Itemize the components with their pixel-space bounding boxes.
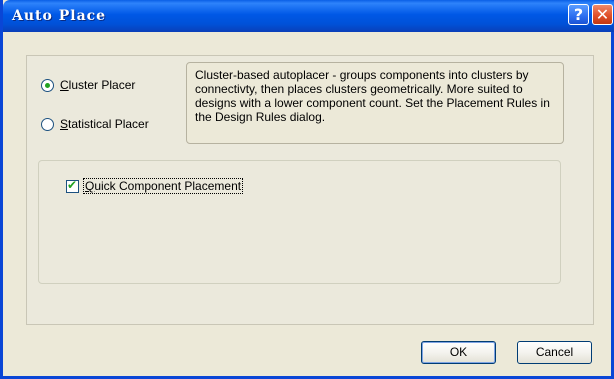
help-icon: ? [573,5,584,24]
statistical-placer-label[interactable]: Statistical Placer [60,117,149,131]
close-icon: ✕ [595,5,610,24]
statistical-placer-radio[interactable] [41,117,54,131]
auto-place-dialog: Auto Place ? ✕ Cluster Placer Statistica… [0,0,614,379]
cluster-placer-radio[interactable] [41,78,54,92]
title-bar[interactable]: Auto Place ? ✕ [3,0,614,32]
quick-placement-label[interactable]: Quick Component Placement [83,178,244,194]
ok-button[interactable]: OK [421,341,496,364]
radio-statistical-placer[interactable]: Statistical Placer [41,117,149,131]
window-title: Auto Place [12,8,107,24]
quick-placement-option[interactable]: ✔ Quick Component Placement [66,177,244,194]
cluster-placer-label[interactable]: Cluster Placer [60,78,135,92]
radio-cluster-placer[interactable]: Cluster Placer [41,78,135,92]
help-button[interactable]: ? [568,4,589,25]
quick-placement-checkbox[interactable]: ✔ [66,177,79,193]
checkmark-icon: ✔ [67,177,78,192]
cancel-button[interactable]: Cancel [517,341,592,364]
close-button[interactable]: ✕ [592,4,613,25]
placer-description: Cluster-based autoplacer - groups compon… [186,62,564,144]
